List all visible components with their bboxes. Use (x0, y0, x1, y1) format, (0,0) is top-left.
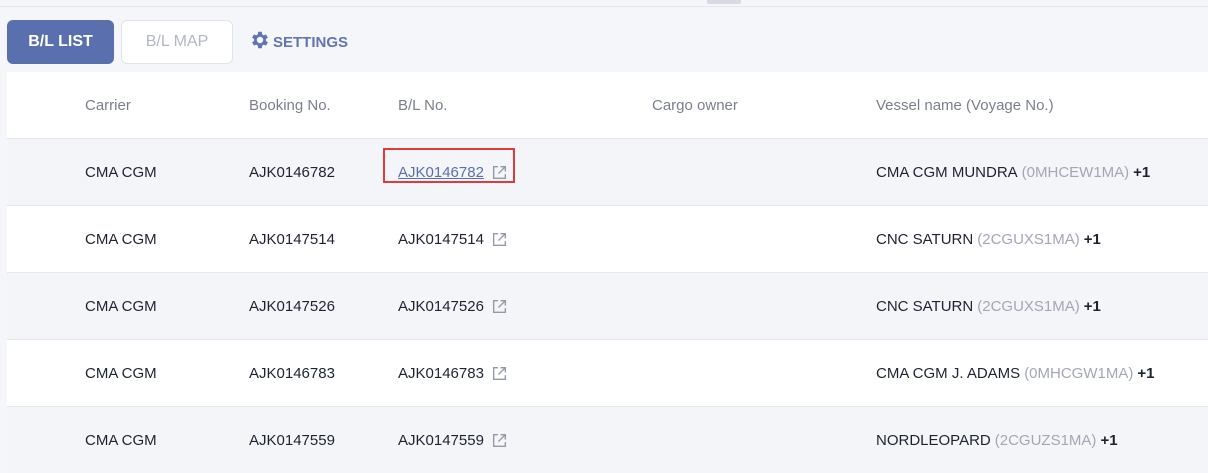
bl-cell: AJK0147514 (398, 206, 508, 272)
settings-button[interactable]: SETTINGS (249, 29, 348, 55)
voyage-no: (0MHCGW1MA) (1024, 364, 1134, 382)
bl-cell: AJK0147526 (398, 273, 508, 339)
booking-cell: AJK0147514 (249, 230, 335, 248)
gear-icon (249, 29, 273, 55)
tab-bl-list[interactable]: B/L LIST (7, 20, 114, 64)
vessel-cell: NORDLEOPARD (2CGUZS1MA) +1 (876, 407, 1118, 473)
external-link-icon[interactable] (491, 298, 508, 315)
table-row[interactable]: CMA CGM AJK0147514 AJK0147514 CNC SATURN… (7, 206, 1208, 273)
carrier-cell: CMA CGM (85, 163, 157, 181)
bl-cell: AJK0146782 (383, 139, 515, 205)
more-vessels-badge[interactable]: +1 (1084, 231, 1101, 248)
bl-link[interactable]: AJK0147559 (398, 432, 508, 449)
more-vessels-badge[interactable]: +1 (1133, 164, 1150, 181)
booking-cell: AJK0146782 (249, 163, 335, 181)
vessel-name: CNC SATURN (876, 230, 974, 248)
voyage-no: (2CGUXS1MA) (977, 297, 1080, 315)
bl-list-page: B/L LIST B/L MAP SETTINGS Carrier Bookin… (0, 0, 1208, 473)
table-row[interactable]: CMA CGM AJK0146782 AJK0146782 CMA CGM MU… (7, 139, 1208, 206)
carrier-cell: CMA CGM (85, 230, 157, 248)
carrier-cell: CMA CGM (85, 364, 157, 382)
vessel-name: NORDLEOPARD (876, 431, 991, 449)
table-row[interactable]: CMA CGM AJK0147526 AJK0147526 CNC SATURN… (7, 273, 1208, 340)
settings-label: SETTINGS (273, 33, 349, 51)
more-vessels-badge[interactable]: +1 (1100, 432, 1117, 449)
bl-link[interactable]: AJK0147526 (398, 298, 508, 315)
booking-cell: AJK0147526 (249, 297, 335, 315)
carrier-cell: CMA CGM (85, 431, 157, 449)
vessel-cell: CMA CGM MUNDRA (0MHCEW1MA) +1 (876, 139, 1150, 205)
table-row[interactable]: CMA CGM AJK0147559 AJK0147559 NORDLEOPAR… (7, 407, 1208, 473)
header-carrier[interactable]: Carrier (85, 72, 131, 138)
booking-cell: AJK0147559 (249, 431, 335, 449)
bl-cell: AJK0147559 (398, 407, 508, 473)
top-divider (0, 6, 1208, 7)
bl-number-link[interactable]: AJK0147526 (398, 298, 484, 315)
view-tabs: B/L LIST B/L MAP SETTINGS (7, 20, 348, 64)
table-header-row: Carrier Booking No. B/L No. Cargo owner … (7, 72, 1208, 139)
header-booking-no[interactable]: Booking No. (249, 72, 331, 138)
bl-link[interactable]: AJK0146782 (383, 147, 515, 183)
header-cargo-owner[interactable]: Cargo owner (652, 72, 738, 138)
bl-number-link[interactable]: AJK0146783 (398, 365, 484, 382)
bl-link[interactable]: AJK0147514 (398, 231, 508, 248)
more-vessels-badge[interactable]: +1 (1137, 365, 1154, 382)
bl-cell: AJK0146783 (398, 340, 508, 406)
carrier-cell: CMA CGM (85, 297, 157, 315)
bl-table: Carrier Booking No. B/L No. Cargo owner … (7, 72, 1208, 473)
external-link-icon[interactable] (491, 231, 508, 248)
booking-cell: AJK0146783 (249, 364, 335, 382)
vessel-name: CMA CGM MUNDRA (876, 163, 1018, 181)
bl-number-link[interactable]: AJK0147559 (398, 432, 484, 449)
external-link-icon[interactable] (491, 432, 508, 449)
header-vessel-name[interactable]: Vessel name (Voyage No.) (876, 72, 1054, 138)
tab-bl-map[interactable]: B/L MAP (121, 20, 233, 64)
more-vessels-badge[interactable]: +1 (1084, 298, 1101, 315)
bl-number-link[interactable]: AJK0147514 (398, 231, 484, 248)
vessel-cell: CNC SATURN (2CGUXS1MA) +1 (876, 206, 1101, 272)
highlight-box (383, 147, 515, 183)
voyage-no: (2CGUXS1MA) (977, 230, 1080, 248)
vessel-name: CNC SATURN (876, 297, 974, 315)
external-link-icon[interactable] (491, 365, 508, 382)
table-row[interactable]: CMA CGM AJK0146783 AJK0146783 CMA CGM J.… (7, 340, 1208, 407)
voyage-no: (0MHCEW1MA) (1021, 163, 1130, 181)
vessel-cell: CNC SATURN (2CGUXS1MA) +1 (876, 273, 1101, 339)
bl-link[interactable]: AJK0146783 (398, 365, 508, 382)
vessel-cell: CMA CGM J. ADAMS (0MHCGW1MA) +1 (876, 340, 1154, 406)
header-bl-no[interactable]: B/L No. (398, 72, 447, 138)
vessel-name: CMA CGM J. ADAMS (876, 364, 1021, 382)
top-scroll-handle[interactable] (707, 0, 741, 4)
voyage-no: (2CGUZS1MA) (994, 431, 1097, 449)
